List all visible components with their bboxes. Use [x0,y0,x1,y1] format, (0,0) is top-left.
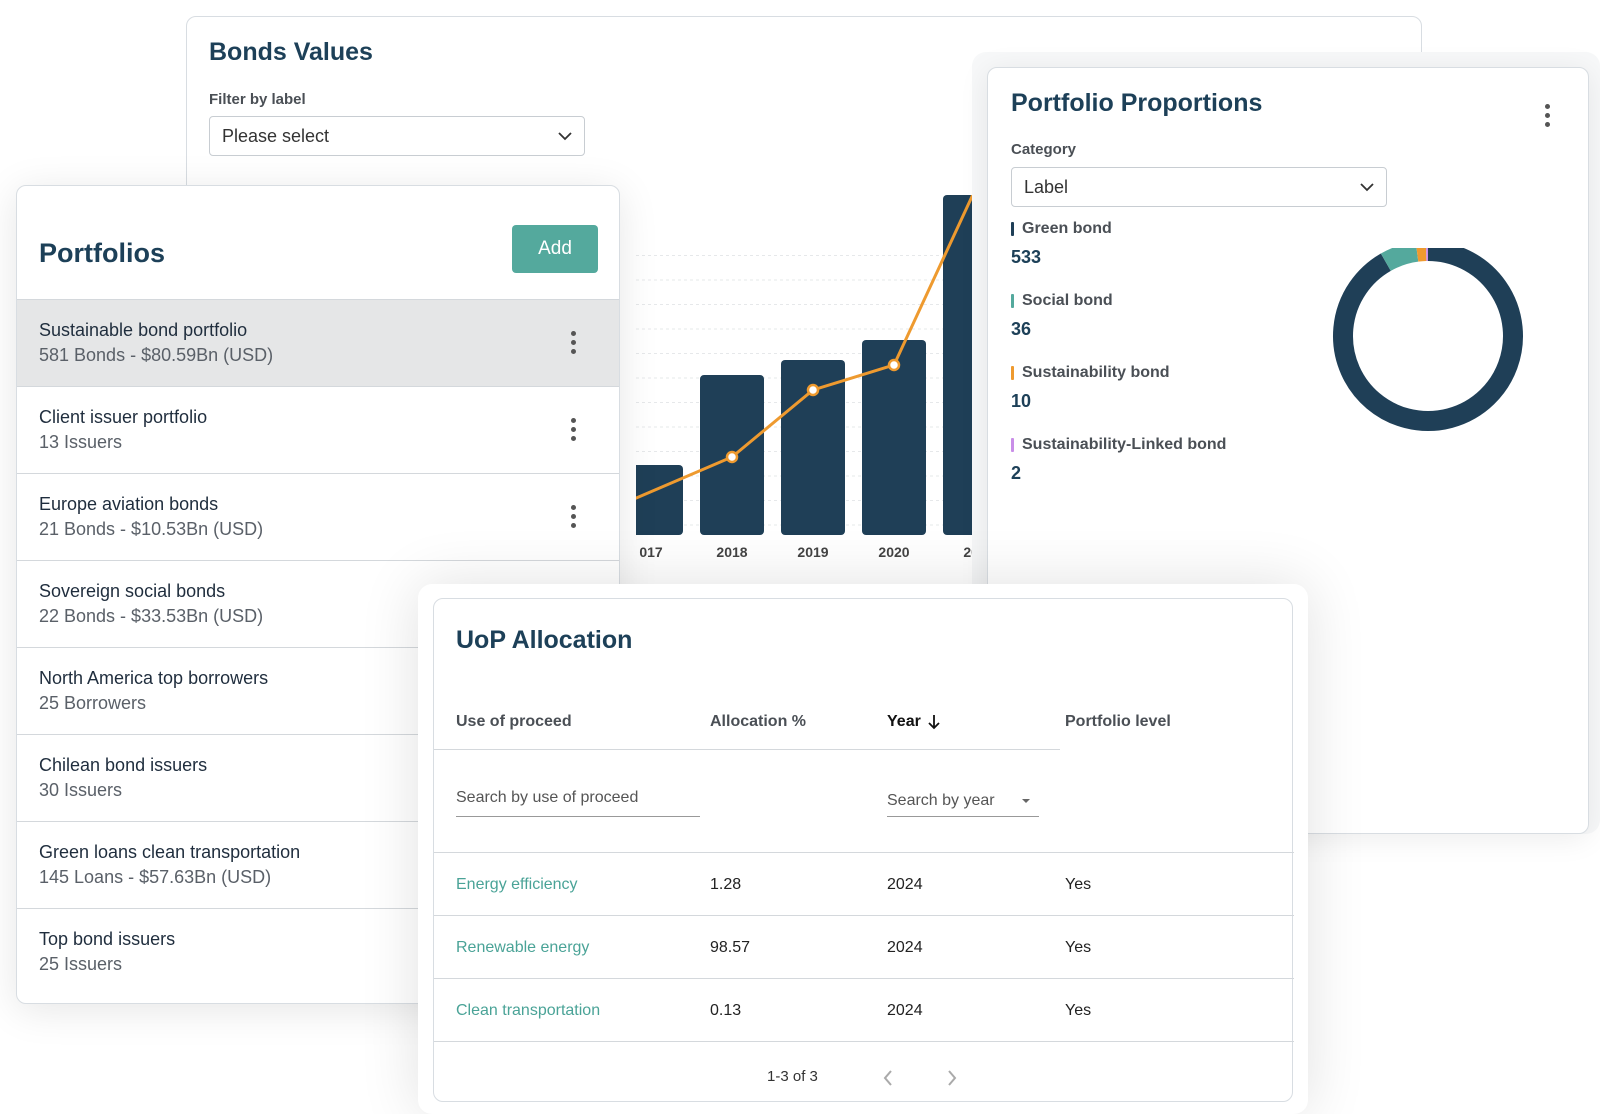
use-of-proceed-link[interactable]: Clean transportation [456,1002,600,1020]
legend-item-sustainability-bond: Sustainability bond 10 [1011,364,1170,412]
category-select-value: Label [1024,176,1069,197]
allocation-cell: 1.28 [710,876,742,893]
year-cell: 2024 [887,1002,923,1019]
filter-label: Filter by label [209,91,306,108]
table-row: Clean transportation 0.13 2024 Yes [434,978,1294,1042]
column-header-year[interactable]: Year [887,713,942,731]
search-underline [887,816,1039,817]
legend-name: Green bond [1022,220,1112,237]
portfolio-level-cell: Yes [1065,876,1092,893]
allocation-cell: 0.13 [710,1002,742,1019]
portfolio-name: Client issuer portfolio [39,407,208,427]
portfolio-name: Europe aviation bonds [39,494,219,514]
legend-value: 36 [1011,319,1032,339]
bonds-chart: 017201820192020202 [619,183,1007,575]
x-tick-label: 2018 [716,544,747,560]
legend-item-social-bond: Social bond 36 [1011,292,1113,340]
filter-select[interactable]: Please select [209,116,585,156]
uop-allocation-card: UoP Allocation Use of proceed Allocation… [433,598,1294,1102]
legend-name: Sustainability bond [1022,364,1170,381]
donut-slice [1333,248,1523,431]
legend-swatch [1011,366,1014,380]
proportions-donut [1333,248,1523,431]
allocation-cell: 98.57 [710,939,751,956]
x-tick-label: 2019 [797,544,828,560]
portfolio-summary: 30 Issuers [39,780,123,800]
use-of-proceed-link[interactable]: Renewable energy [456,939,589,957]
portfolio-summary: 25 Issuers [39,954,123,974]
year-cell: 2024 [887,876,923,893]
portfolio-name: Green loans clean transportation [39,842,301,862]
chevron-left-icon[interactable] [882,1069,894,1087]
portfolios-title: Portfolios [39,238,165,268]
chart-bar [619,465,683,535]
legend-value: 2 [1011,463,1022,483]
uop-title: UoP Allocation [456,626,633,654]
portfolio-summary: 25 Borrowers [39,693,147,713]
column-header-year-label: Year [887,713,921,730]
portfolio-name: Sustainable bond portfolio [39,320,248,340]
sort-descending-icon [928,715,940,730]
portfolio-summary: 145 Loans - $57.63Bn (USD) [39,867,272,887]
portfolio-item[interactable]: Europe aviation bonds 21 Bonds - $10.53B… [17,473,619,560]
portfolio-item[interactable]: Sustainable bond portfolio 581 Bonds - $… [17,299,619,386]
x-tick-label: 017 [639,544,663,560]
chevron-down-icon [1360,182,1374,192]
legend-swatch [1011,222,1014,236]
chevron-right-icon[interactable] [946,1069,958,1087]
search-use-of-proceed-input[interactable]: Search by use of proceed [456,789,638,807]
portfolio-item[interactable]: Client issuer portfolio 13 Issuers [17,386,619,473]
pagination-label: 1-3 of 3 [767,1068,818,1085]
legend-swatch [1011,294,1014,308]
search-year-placeholder: Search by year [887,792,995,809]
table-row: Renewable energy 98.57 2024 Yes [434,915,1294,979]
more-options-icon[interactable] [1545,104,1550,131]
donut-slice [1380,248,1419,272]
chart-point [806,383,820,397]
legend-name: Sustainability-Linked bond [1022,436,1227,453]
legend-item-sustainability-linked-bond: Sustainability-Linked bond 2 [1011,436,1226,484]
chevron-down-icon [558,131,572,141]
filter-select-value: Please select [222,125,330,146]
proportions-title: Portfolio Proportions [1011,89,1263,117]
legend-value: 10 [1011,391,1032,411]
column-header-portfolio-level[interactable]: Portfolio level [1065,713,1171,731]
add-portfolio-button[interactable]: Add [512,225,598,273]
portfolio-name: Chilean bond issuers [39,755,208,775]
legend-item-green-bond: Green bond 533 [1011,220,1112,268]
portfolio-summary: 22 Bonds - $33.53Bn (USD) [39,606,264,626]
legend-value: 533 [1011,247,1042,267]
portfolio-level-cell: Yes [1065,939,1092,956]
donut-slice [1416,248,1427,262]
legend-swatch [1011,438,1014,452]
caret-down-icon [1021,799,1030,803]
use-of-proceed-link[interactable]: Energy efficiency [456,876,578,894]
column-header-allocation[interactable]: Allocation % [710,713,806,731]
table-row: Energy efficiency 1.28 2024 Yes [434,852,1294,916]
header-divider [434,749,1060,750]
category-select[interactable]: Label [1011,167,1387,207]
portfolio-level-cell: Yes [1065,1002,1092,1019]
year-cell: 2024 [887,939,923,956]
category-label: Category [1011,141,1077,158]
portfolio-summary: 13 Issuers [39,432,123,452]
more-options-icon[interactable] [571,418,576,445]
portfolio-name: Sovereign social bonds [39,581,226,601]
row-divider [434,1041,1294,1042]
bonds-values-title: Bonds Values [209,38,373,66]
portfolio-summary: 581 Bonds - $80.59Bn (USD) [39,345,274,365]
more-options-icon[interactable] [571,331,576,358]
more-options-icon[interactable] [571,505,576,532]
x-tick-label: 2020 [878,544,909,560]
portfolio-name: Top bond issuers [39,929,176,949]
search-underline [456,816,700,817]
chart-point [887,358,901,372]
search-year-select[interactable]: Search by year [887,792,1031,810]
column-header-use-of-proceed[interactable]: Use of proceed [456,713,572,731]
chart-point [725,450,739,464]
legend-name: Social bond [1022,292,1113,309]
portfolio-name: North America top borrowers [39,668,269,688]
portfolio-summary: 21 Bonds - $10.53Bn (USD) [39,519,264,539]
